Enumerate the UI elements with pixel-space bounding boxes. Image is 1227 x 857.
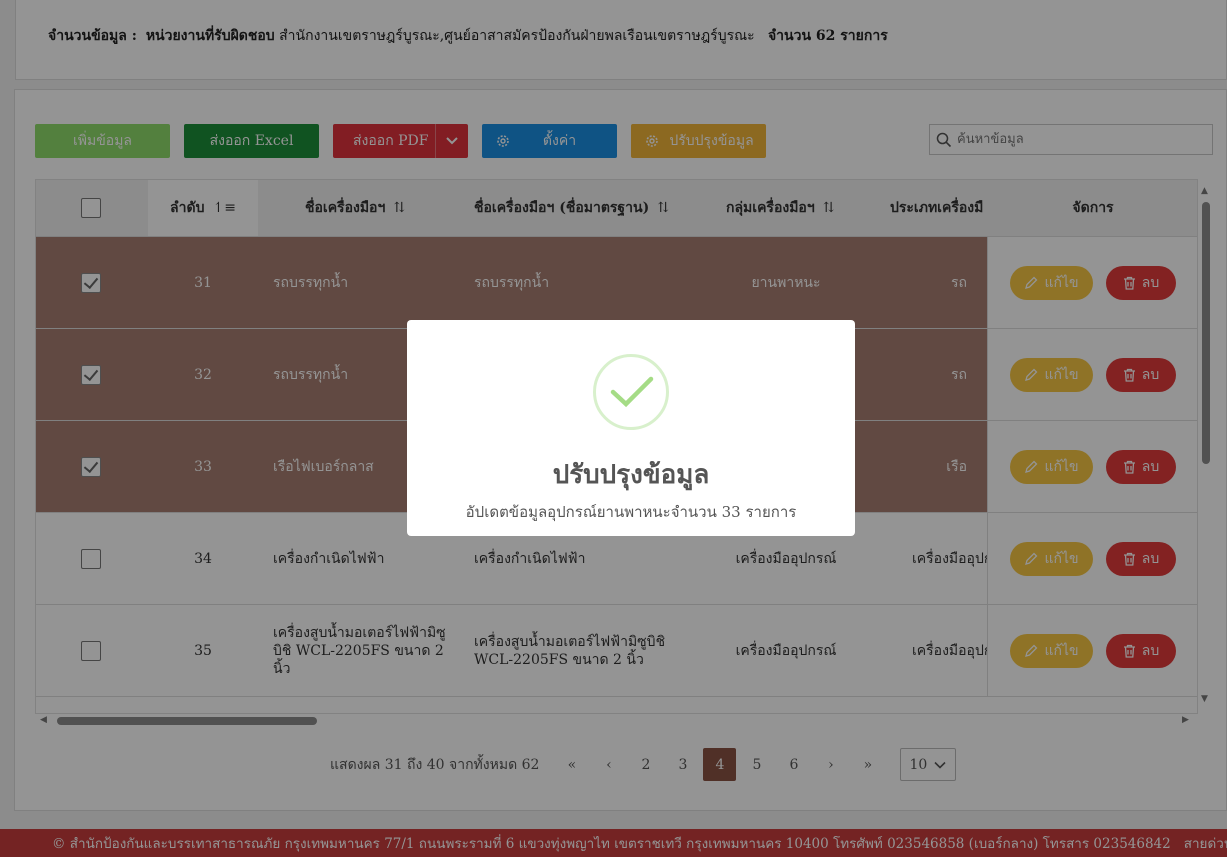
dialog-message: อัปเดตข้อมูลอุปกรณ์ยานพาหนะจำนวน 33 รายก… (465, 503, 797, 521)
check-circle-icon (593, 354, 669, 430)
success-dialog: ปรับปรุงข้อมูล อัปเดตข้อมูลอุปกรณ์ยานพาห… (407, 320, 855, 536)
dialog-title: ปรับปรุงข้อมูล (552, 460, 710, 490)
check-icon (610, 376, 654, 408)
